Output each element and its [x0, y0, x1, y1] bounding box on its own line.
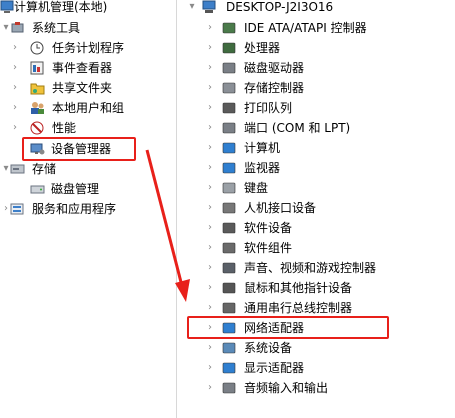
- red-arrow-annotation: [145, 149, 190, 302]
